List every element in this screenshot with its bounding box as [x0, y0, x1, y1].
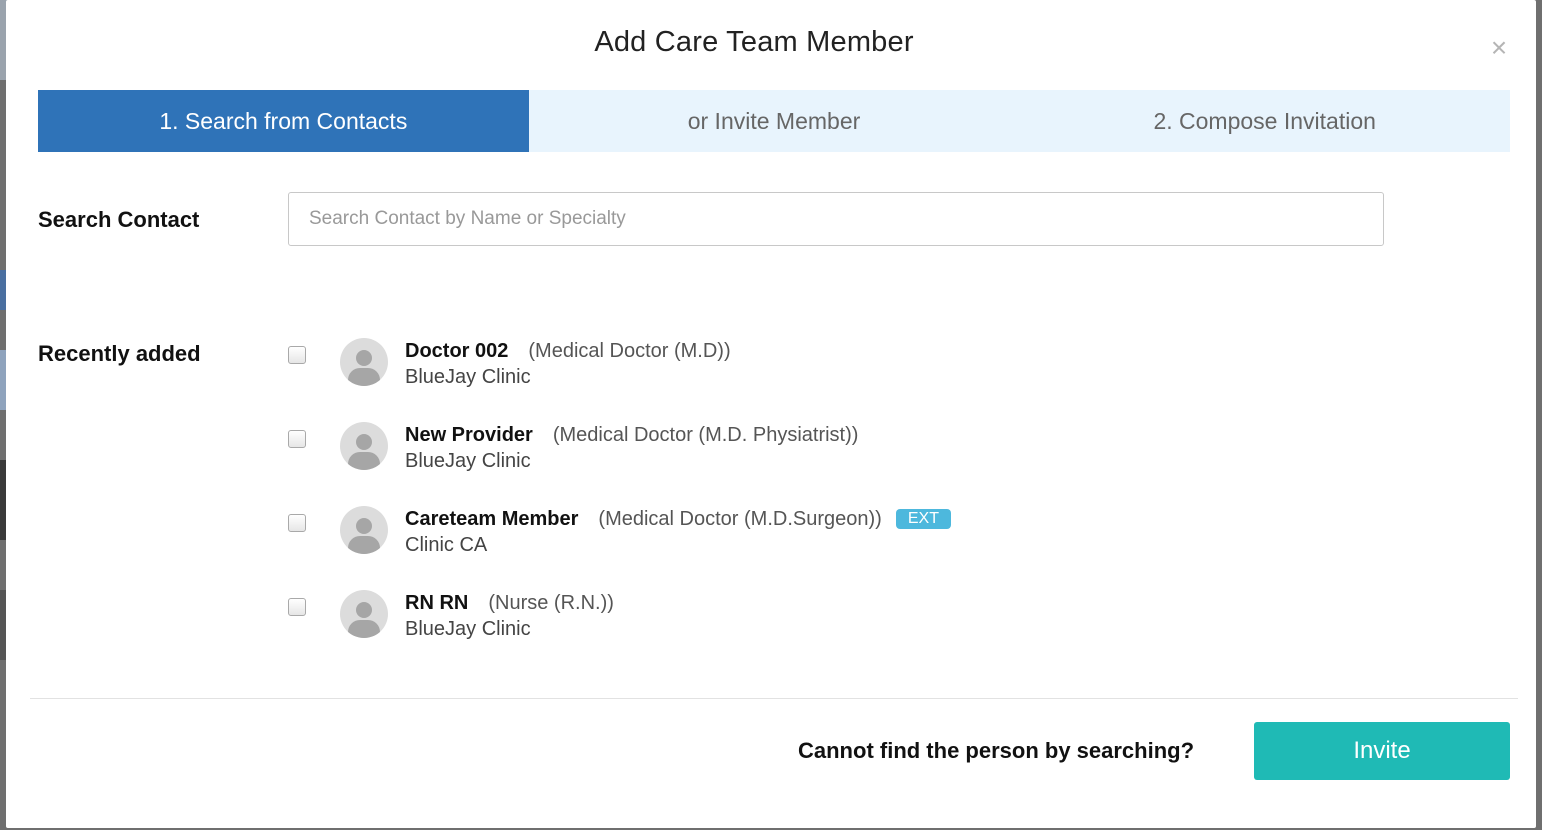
- modal-title: Add Care Team Member: [594, 26, 914, 58]
- contact-heading: RN RN (Nurse (R.N.)): [405, 590, 614, 616]
- step-tabs: 1. Search from Contacts or Invite Member…: [38, 90, 1510, 152]
- contact-checkbox[interactable]: [288, 598, 306, 616]
- tab-compose-invitation[interactable]: 2. Compose Invitation: [1019, 90, 1510, 152]
- contact-heading: Careteam Member (Medical Doctor (M.D.Surg…: [405, 506, 951, 532]
- footer-divider: [30, 698, 1518, 699]
- contact-item: Doctor 002 (Medical Doctor (M.D)) BlueJay…: [288, 338, 1188, 400]
- contact-specialty: (Medical Doctor (M.D)): [528, 340, 731, 362]
- contact-heading: New Provider (Medical Doctor (M.D. Physia…: [405, 422, 858, 448]
- tab-invite-member[interactable]: or Invite Member: [529, 90, 1020, 152]
- contact-organization: Clinic CA: [405, 534, 488, 556]
- search-contact-input[interactable]: [288, 192, 1384, 246]
- contact-specialty: (Medical Doctor (M.D.Surgeon)): [598, 508, 882, 530]
- contact-specialty: (Medical Doctor (M.D. Physiatrist)): [552, 424, 859, 446]
- contact-heading: Doctor 002 (Medical Doctor (M.D)): [405, 338, 731, 364]
- avatar: [340, 590, 388, 638]
- contact-item: Careteam Member (Medical Doctor (M.D.Surg…: [288, 506, 1188, 568]
- contact-name: RN RN: [405, 592, 469, 614]
- contact-item: New Provider (Medical Doctor (M.D. Physia…: [288, 422, 1188, 484]
- search-contact-label: Search Contact: [38, 207, 200, 232]
- contact-organization: BlueJay Clinic: [405, 618, 531, 640]
- contact-organization: BlueJay Clinic: [405, 450, 531, 472]
- contact-name: New Provider: [405, 424, 533, 446]
- close-icon[interactable]: ×: [1488, 34, 1510, 62]
- avatar: [340, 338, 388, 386]
- contact-specialty: (Nurse (R.N.)): [488, 592, 614, 614]
- cannot-find-prompt: Cannot find the person by searching?: [798, 738, 1195, 763]
- contact-checkbox[interactable]: [288, 430, 306, 448]
- invite-button[interactable]: Invite: [1254, 722, 1510, 780]
- contact-checkbox[interactable]: [288, 514, 306, 532]
- contact-name: Doctor 002: [405, 340, 509, 362]
- contact-checkbox[interactable]: [288, 346, 306, 364]
- external-badge: EXT: [895, 509, 951, 529]
- contact-organization: BlueJay Clinic: [405, 366, 531, 388]
- recently-added-label: Recently added: [38, 341, 201, 366]
- add-care-team-modal: Add Care Team Member × 1. Search from Co…: [6, 0, 1536, 828]
- avatar: [340, 422, 388, 470]
- tab-search-from-contacts[interactable]: 1. Search from Contacts: [38, 90, 529, 152]
- avatar: [340, 506, 388, 554]
- contact-name: Careteam Member: [405, 508, 579, 530]
- contact-item: RN RN (Nurse (R.N.)) BlueJay Clinic: [288, 590, 1188, 652]
